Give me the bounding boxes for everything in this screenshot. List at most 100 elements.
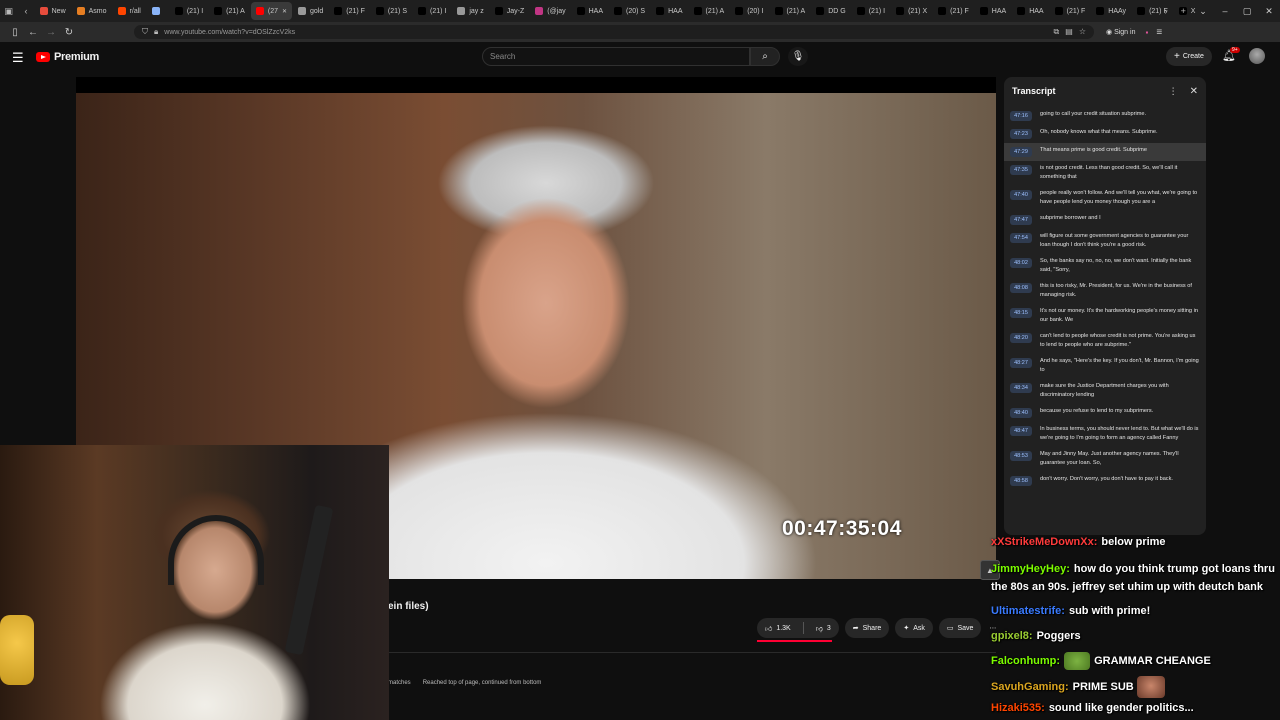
browser-tab[interactable]: (21) F: [933, 2, 974, 20]
close-icon[interactable]: ✕: [1190, 86, 1198, 97]
url-field[interactable]: ⛉ 🔒︎ www.youtube.com/watch?v=dOSlZzcV2ks…: [134, 25, 1094, 39]
user-avatar[interactable]: [1249, 48, 1265, 64]
browser-tab[interactable]: (21) I: [170, 2, 208, 20]
transcript-segment[interactable]: 47:29 That means prime is good credit. Su…: [1004, 143, 1206, 161]
segment-timestamp[interactable]: 47:29: [1010, 147, 1032, 157]
transcript-segment[interactable]: 48:53 May and Jinny May. Just another age…: [1004, 447, 1206, 472]
extension-badge-icon[interactable]: ▪: [1145, 28, 1148, 37]
segment-timestamp[interactable]: 47:16: [1010, 111, 1032, 121]
segment-timestamp[interactable]: 47:40: [1010, 190, 1032, 200]
segment-timestamp[interactable]: 47:54: [1010, 233, 1032, 243]
youtube-premium-logo[interactable]: Premium: [36, 51, 99, 63]
browser-tab[interactable]: [147, 2, 169, 20]
transcript-segment[interactable]: 48:40 because you refuse to lend to my su…: [1004, 404, 1206, 422]
search-button[interactable]: ⌕: [750, 47, 780, 66]
new-tab-icon[interactable]: +: [1175, 0, 1192, 22]
browser-tab[interactable]: (@jay: [530, 2, 570, 20]
browser-tab[interactable]: gold: [293, 2, 328, 20]
browser-tab[interactable]: HAA: [651, 2, 687, 20]
browser-tab[interactable]: Jay-Z: [490, 2, 530, 20]
minimize-icon[interactable]: –: [1214, 6, 1236, 17]
segment-timestamp[interactable]: 48:47: [1010, 426, 1032, 436]
browser-tab[interactable]: DD G: [811, 2, 851, 20]
transcript-segment[interactable]: 48:15 It's not our money. It's the hardwo…: [1004, 304, 1206, 329]
tab-scroll-left-icon[interactable]: ‹: [17, 0, 34, 22]
browser-tab[interactable]: (21) A: [209, 2, 250, 20]
segment-timestamp[interactable]: 48:20: [1010, 333, 1032, 343]
more-options-icon[interactable]: ⋮: [1169, 86, 1178, 97]
browser-tab[interactable]: jay z: [452, 2, 488, 20]
share-button[interactable]: ➦ Share: [844, 618, 890, 638]
browser-tab[interactable]: r/all: [113, 2, 146, 20]
transcript-segment[interactable]: 47:35 is not good credit. Less than good …: [1004, 161, 1206, 186]
browser-tab[interactable]: (21) F: [329, 2, 370, 20]
segment-timestamp[interactable]: 48:58: [1010, 476, 1032, 486]
segment-timestamp[interactable]: 47:23: [1010, 129, 1032, 139]
segment-timestamp[interactable]: 48:08: [1010, 283, 1032, 293]
transcript-segment[interactable]: 48:02 So, the banks say no, no, no, we do…: [1004, 254, 1206, 279]
segment-timestamp[interactable]: 48:34: [1010, 383, 1032, 393]
browser-tab[interactable]: (20) S: [609, 2, 650, 20]
browser-menu-icon[interactable]: ≡: [1156, 27, 1162, 38]
browser-tab[interactable]: (21) X: [891, 2, 932, 20]
browser-tab[interactable]: (21) A: [689, 2, 730, 20]
browser-tab[interactable]: (27 ✕: [250, 2, 293, 20]
close-tab-icon[interactable]: ✕: [282, 8, 287, 15]
browser-tab[interactable]: (21) I: [413, 2, 451, 20]
tracking-shield-icon[interactable]: ⛉: [142, 27, 148, 37]
voice-search-button[interactable]: 🎙︎: [788, 47, 808, 66]
bookmark-star-icon[interactable]: ☆: [1079, 27, 1086, 37]
lock-icon[interactable]: 🔒︎: [154, 27, 158, 37]
divider: [388, 652, 996, 653]
browser-tab[interactable]: New: [35, 2, 71, 20]
browser-tab[interactable]: (21) S: [371, 2, 412, 20]
close-window-icon[interactable]: ✕: [1258, 6, 1280, 17]
transcript-segment[interactable]: 48:27 And he says, "Here's the key. If yo…: [1004, 354, 1206, 379]
transcript-segment[interactable]: 47:23 Oh, nobody knows what that means. S…: [1004, 125, 1206, 143]
segment-timestamp[interactable]: 48:27: [1010, 358, 1032, 368]
like-button[interactable]: 👍︎ 1.3K: [757, 618, 799, 638]
create-button[interactable]: + Create: [1166, 47, 1212, 66]
reader-icon[interactable]: ▤: [1065, 27, 1073, 37]
transcript-segment[interactable]: 47:54 will figure out some government age…: [1004, 229, 1206, 254]
sidebar-toggle-icon[interactable]: ▯: [6, 27, 24, 38]
dislike-button[interactable]: 👎︎ 3: [808, 618, 839, 638]
maximize-icon[interactable]: ▢: [1236, 6, 1258, 17]
transcript-segment[interactable]: 47:47 subprime borrower and I: [1004, 211, 1206, 229]
save-button[interactable]: ▭ Save: [938, 618, 982, 638]
transcript-segment[interactable]: 47:40 people really won't follow. And we'…: [1004, 186, 1206, 211]
browser-tab[interactable]: (20) I: [730, 2, 768, 20]
browser-tab[interactable]: (21) A: [770, 2, 811, 20]
back-icon[interactable]: ←: [24, 27, 42, 38]
segment-timestamp[interactable]: 48:02: [1010, 258, 1032, 268]
ask-button[interactable]: ✦ Ask: [895, 618, 933, 638]
segment-timestamp[interactable]: 48:53: [1010, 451, 1032, 461]
forward-icon[interactable]: →: [42, 27, 60, 38]
search-input[interactable]: Search: [482, 47, 750, 66]
extensions-icon[interactable]: ⧉: [1054, 27, 1060, 37]
transcript-segment[interactable]: 48:08 this is too risky, Mr. President, f…: [1004, 279, 1206, 304]
reload-icon[interactable]: ↻: [60, 27, 78, 38]
browser-tab[interactable]: HAA: [572, 2, 608, 20]
browser-tab[interactable]: HAAy: [1091, 2, 1131, 20]
browser-tab[interactable]: HAA: [975, 2, 1011, 20]
segment-timestamp[interactable]: 47:35: [1010, 165, 1032, 175]
tab-label: (21) F: [950, 7, 969, 15]
guide-menu-icon[interactable]: ☰: [12, 50, 24, 66]
transcript-segment[interactable]: 48:34 make sure the Justice Department ch…: [1004, 379, 1206, 404]
transcript-segment[interactable]: 48:58 don't worry. Don't worry, you don't…: [1004, 472, 1206, 490]
browser-tab[interactable]: Asmo: [72, 2, 112, 20]
segment-timestamp[interactable]: 48:40: [1010, 408, 1032, 418]
transcript-segment[interactable]: 47:16 going to call your credit situation…: [1004, 107, 1206, 125]
browser-tab[interactable]: (21) F: [1050, 2, 1091, 20]
transcript-segment[interactable]: 48:47 In business terms, you should never…: [1004, 422, 1206, 447]
tab-scroll-right-icon[interactable]: ›: [1157, 0, 1174, 22]
browser-tab[interactable]: (21) I: [852, 2, 890, 20]
browser-signin-button[interactable]: ◉ Sign in: [1106, 28, 1135, 36]
segment-timestamp[interactable]: 48:15: [1010, 308, 1032, 318]
transcript-segment[interactable]: 48:20 can't lend to people whose credit i…: [1004, 329, 1206, 354]
tab-actions-icon[interactable]: ▣: [0, 0, 17, 22]
segment-timestamp[interactable]: 47:47: [1010, 215, 1032, 225]
browser-tab[interactable]: HAA: [1012, 2, 1048, 20]
tab-menu-icon[interactable]: ⌄: [1192, 6, 1214, 17]
